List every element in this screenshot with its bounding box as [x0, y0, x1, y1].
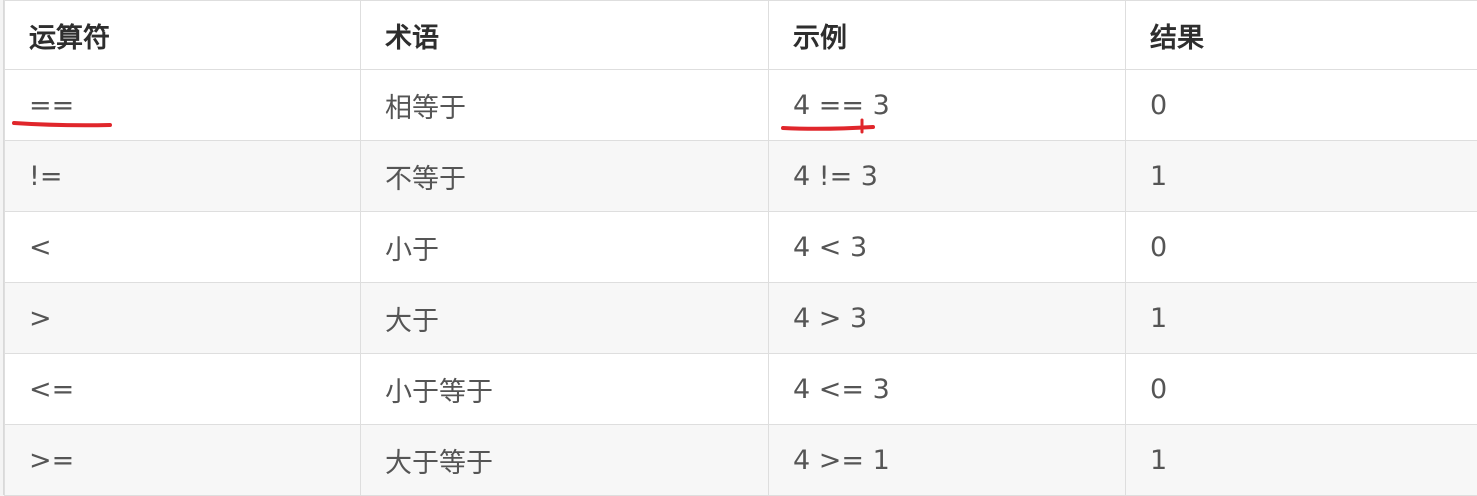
table-row: > 大于 4 > 3 1	[5, 283, 1477, 354]
operator-cell: <=	[5, 354, 361, 425]
table-row: != 不等于 4 != 3 1	[5, 141, 1477, 212]
table-row: < 小于 4 < 3 0	[5, 212, 1477, 283]
result-cell: 1	[1126, 425, 1477, 496]
operator-cell: ==	[5, 70, 361, 141]
term-cell: 小于	[361, 212, 769, 283]
result-cell: 0	[1126, 354, 1477, 425]
operator-cell: >	[5, 283, 361, 354]
term-cell: 不等于	[361, 141, 769, 212]
example-cell: 4 <= 3	[769, 354, 1126, 425]
example-cell: 4 == 3	[769, 70, 1126, 141]
header-result: 结果	[1126, 1, 1477, 70]
header-term: 术语	[361, 1, 769, 70]
example-cell: 4 < 3	[769, 212, 1126, 283]
example-cell: 4 >= 1	[769, 425, 1126, 496]
example-cell: 4 != 3	[769, 141, 1126, 212]
table-row: == 相等于 4 == 3 0	[5, 70, 1477, 141]
comparison-operators-table: 运算符 术语 示例 结果 == 相等于 4 == 3 0 != 不等于 4 !=…	[4, 0, 1477, 496]
term-cell: 小于等于	[361, 354, 769, 425]
term-cell: 相等于	[361, 70, 769, 141]
term-cell: 大于等于	[361, 425, 769, 496]
operator-cell: <	[5, 212, 361, 283]
header-operator: 运算符	[5, 1, 361, 70]
operator-cell: !=	[5, 141, 361, 212]
result-cell: 1	[1126, 141, 1477, 212]
result-cell: 0	[1126, 70, 1477, 141]
term-cell: 大于	[361, 283, 769, 354]
example-cell: 4 > 3	[769, 283, 1126, 354]
table-row: <= 小于等于 4 <= 3 0	[5, 354, 1477, 425]
operator-cell: >=	[5, 425, 361, 496]
comparison-operators-table-container: 运算符 术语 示例 结果 == 相等于 4 == 3 0 != 不等于 4 !=…	[3, 0, 1477, 495]
result-cell: 1	[1126, 283, 1477, 354]
header-example: 示例	[769, 1, 1126, 70]
table-row: >= 大于等于 4 >= 1 1	[5, 425, 1477, 496]
result-cell: 0	[1126, 212, 1477, 283]
table-header-row: 运算符 术语 示例 结果	[5, 1, 1477, 70]
